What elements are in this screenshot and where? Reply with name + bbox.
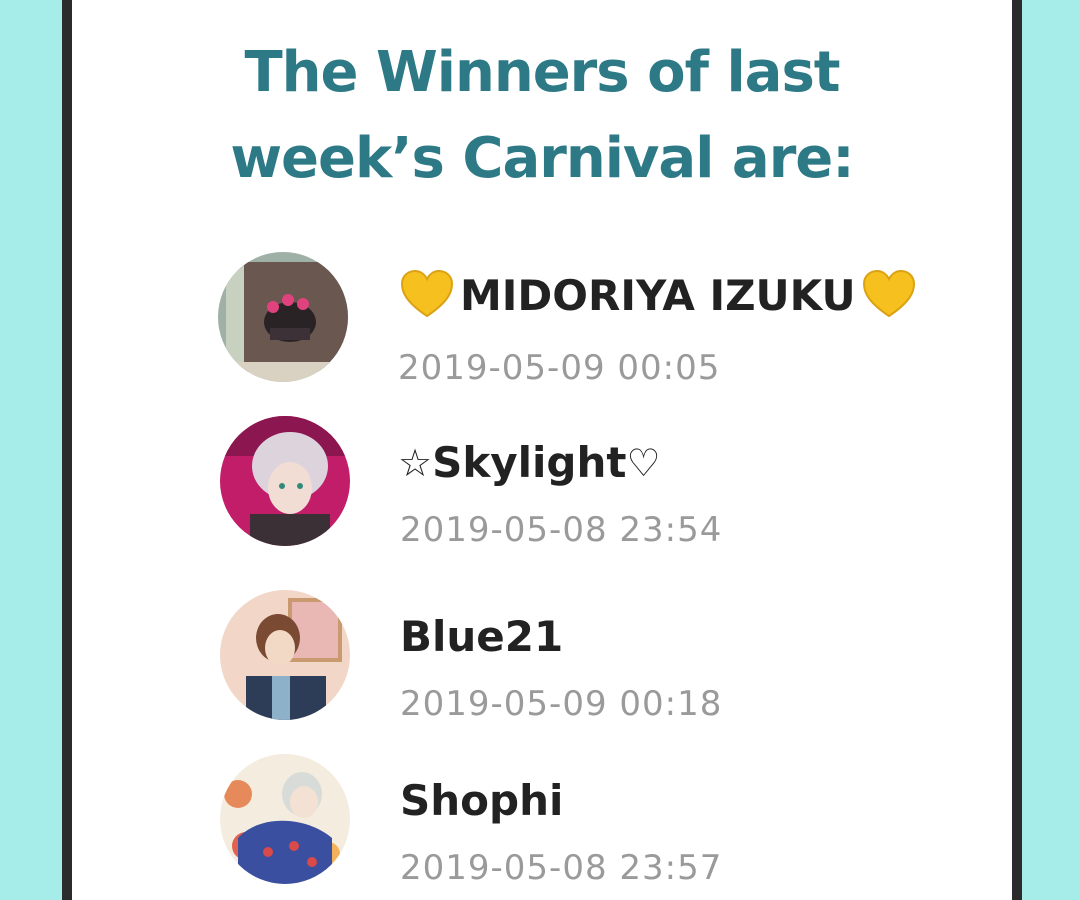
- avatar[interactable]: [220, 754, 350, 884]
- winner-name: Blue21: [400, 612, 563, 661]
- avatar[interactable]: [220, 416, 350, 546]
- winners-card: The Winners of last week’s Carnival are:…: [62, 0, 1022, 900]
- list-item[interactable]: ☆ Skylight ♡ 2019-05-08 23:54: [72, 416, 1012, 556]
- timestamp: 2019-05-09 00:18: [400, 684, 723, 724]
- list-item[interactable]: Blue21 2019-05-09 00:18: [72, 590, 1012, 730]
- winner-name-label: Shophi: [400, 776, 564, 825]
- timestamp: 2019-05-08 23:54: [400, 510, 723, 550]
- heart-outline-icon: ♡: [626, 440, 661, 485]
- avatar[interactable]: [220, 590, 350, 720]
- yellow-heart-icon: [400, 268, 454, 322]
- winner-name: Shophi: [400, 776, 563, 825]
- page-title: The Winners of last week’s Carnival are:: [230, 40, 854, 191]
- winner-name: MIDORIYA IZUKU: [400, 268, 916, 322]
- winner-name-label: MIDORIYA IZUKU: [460, 270, 856, 320]
- avatar[interactable]: [218, 252, 348, 382]
- yellow-heart-icon: [862, 268, 916, 322]
- timestamp: 2019-05-08 23:57: [400, 848, 723, 888]
- list-item[interactable]: MIDORIYA IZUKU 2019-05-09 00:05: [72, 252, 1012, 392]
- timestamp: 2019-05-09 00:05: [398, 348, 721, 388]
- star-outline-icon: ☆: [398, 440, 433, 485]
- winner-name-label: Skylight: [432, 438, 627, 487]
- list-item[interactable]: Shophi 2019-05-08 23:57: [72, 754, 1012, 894]
- winner-name: ☆ Skylight ♡: [398, 438, 661, 487]
- winner-name-label: Blue21: [400, 612, 564, 661]
